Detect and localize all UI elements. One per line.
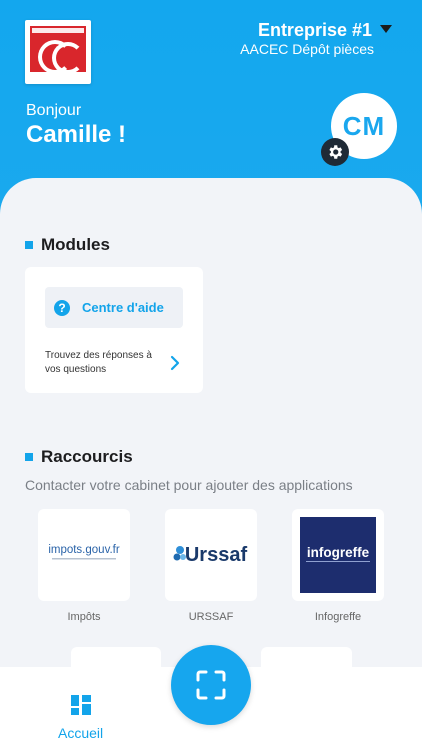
company-subtitle: AACEC Dépôt pièces [240,41,374,57]
shortcuts-section-title: Raccourcis [25,447,133,467]
username: Camille ! [26,121,127,148]
avatar-initials: CM [342,110,386,141]
urssaf-logo-icon: Urssaf [173,544,248,566]
scan-button[interactable] [171,645,251,725]
help-center-button[interactable]: ? Centre d'aide [45,287,183,328]
app-label-impots: Impôts [67,611,101,623]
company-name: Entreprise #1 [257,20,372,40]
section-marker [25,453,33,461]
company-logo[interactable] [25,20,91,84]
help-center-card[interactable]: ? Centre d'aide Trouvez des réponses à v… [25,267,203,393]
app-partial-card[interactable] [71,647,161,669]
shortcuts-hint: Contacter votre cabinet pour ajouter des… [25,477,353,493]
company-selector[interactable]: Entreprise #1 [258,20,392,41]
app-partial-card[interactable] [261,647,352,669]
app-urssaf[interactable]: Urssaf [165,509,257,601]
help-center-label: Centre d'aide [82,300,164,315]
scan-frame-icon [196,670,226,700]
greeting: Bonjour [26,102,82,119]
section-marker [25,241,33,249]
app-label-infogreffe: Infogreffe [314,611,362,623]
svg-text:Urssaf: Urssaf [185,544,248,566]
svg-text:impots.gouv.fr: impots.gouv.fr [48,544,120,556]
infogreffe-logo-icon: infogreffe [300,517,376,593]
app-impots[interactable]: impots.gouv.fr [38,509,130,601]
caret-down-icon [380,25,392,33]
svg-text:infogreffe: infogreffe [307,545,370,560]
help-center-description: Trouvez des réponses à vos questions [45,350,152,375]
settings-gear-icon[interactable] [321,138,349,166]
content-sheet [0,178,422,708]
app-label-urssaf: URSSAF [188,611,234,623]
dashboard-icon[interactable] [71,695,91,715]
app-infogreffe[interactable]: infogreffe [292,509,384,601]
impots-logo-icon: impots.gouv.fr [48,544,120,560]
chevron-right-icon[interactable] [170,355,180,371]
nav-home-label[interactable]: Accueil [58,725,103,741]
modules-section-title: Modules [25,235,110,255]
question-icon: ? [54,299,70,316]
